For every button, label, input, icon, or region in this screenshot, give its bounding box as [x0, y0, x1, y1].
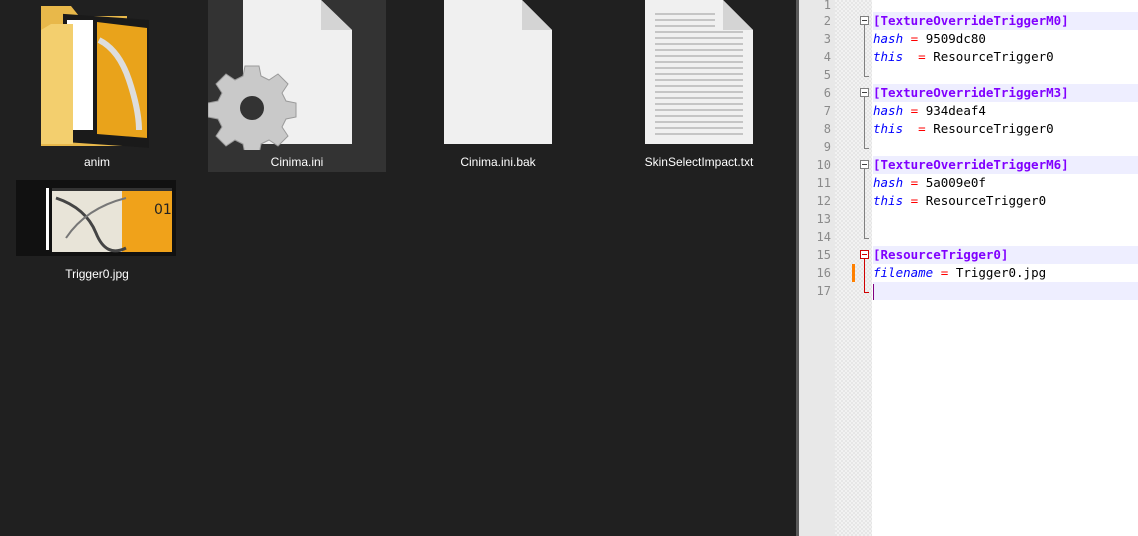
file-name-label: SkinSelectImpact.txt [644, 155, 754, 169]
ini-section-header: [TextureOverrideTriggerM6] [873, 157, 1069, 172]
code-line-3[interactable]: hash = 9509dc80 [873, 30, 1138, 48]
ini-key: hash [873, 175, 904, 190]
ini-key: this [873, 121, 904, 136]
fold-toggle-icon[interactable] [860, 250, 869, 259]
ini-section-header: [ResourceTrigger0] [873, 247, 1009, 262]
line-number: 16 [816, 266, 831, 280]
svg-text:01: 01 [154, 202, 172, 218]
fold-guide [864, 25, 865, 76]
code-line-16[interactable]: filename = Trigger0.jpg [873, 264, 1138, 282]
change-history-marker [852, 264, 855, 282]
ini-operator: = [910, 175, 919, 190]
line-number: 10 [816, 158, 831, 172]
code-line-17-current[interactable] [873, 282, 1138, 300]
ini-key: hash [873, 31, 904, 46]
ini-key: this [873, 49, 904, 64]
ini-operator: = [910, 193, 919, 208]
line-number: 4 [823, 50, 831, 64]
fold-end-marker [864, 148, 869, 149]
file-name-label: Trigger0.jpg [65, 267, 129, 281]
ini-operator: = [910, 103, 919, 118]
blank-file-icon [444, 0, 552, 144]
ini-section-header: [TextureOverrideTriggerM0] [873, 13, 1069, 28]
line-number: 9 [823, 140, 831, 154]
line-number-gutter: 1 2 3 4 5 6 7 8 9 10 11 12 13 14 15 16 1… [799, 0, 835, 536]
ini-value: ResourceTrigger0 [933, 121, 1054, 136]
settings-file-icon [208, 0, 352, 150]
ini-operator: = [940, 265, 949, 280]
code-line-10[interactable]: [TextureOverrideTriggerM6] [873, 156, 1138, 174]
line-number: 6 [823, 86, 831, 100]
line-number: 14 [816, 230, 831, 244]
line-number: 2 [823, 14, 831, 28]
file-name-label: Cinima.ini [270, 155, 324, 169]
ini-key: filename [873, 265, 934, 280]
line-number: 13 [816, 212, 831, 226]
line-number: 12 [816, 194, 831, 208]
code-line-7[interactable]: hash = 934deaf4 [873, 102, 1138, 120]
fold-toggle-icon[interactable] [860, 88, 869, 97]
ini-operator: = [910, 31, 919, 46]
line-number: 3 [823, 32, 831, 46]
text-file-icon [645, 0, 753, 144]
fold-toggle-icon[interactable] [860, 160, 869, 169]
code-line-12[interactable]: this = ResourceTrigger0 [873, 192, 1138, 210]
fold-guide [864, 97, 865, 148]
ini-operator: = [918, 49, 926, 64]
file-explorer-pane: anim Cinima.ini Cinima.ini.bak SkinSelec… [0, 0, 796, 536]
ini-value: ResourceTrigger0 [933, 49, 1054, 64]
file-item-anim-folder[interactable]: anim [8, 0, 186, 172]
fold-end-marker [864, 238, 869, 239]
text-caret [873, 284, 874, 300]
fold-end-marker [864, 292, 869, 293]
line-number: 17 [816, 284, 831, 298]
fold-toggle-icon[interactable] [860, 16, 869, 25]
ini-key: hash [873, 103, 904, 118]
file-item-skinselectimpact-txt[interactable]: SkinSelectImpact.txt [610, 0, 788, 172]
code-editor-pane[interactable]: 1 2 3 4 5 6 7 8 9 10 11 12 13 14 15 16 1… [799, 0, 1138, 536]
ini-value: ResourceTrigger0 [925, 193, 1047, 208]
ini-key: this [873, 193, 904, 208]
file-name-label: Cinima.ini.bak [460, 155, 536, 169]
fold-guide [864, 169, 865, 238]
code-line-2[interactable]: [TextureOverrideTriggerM0] [873, 12, 1138, 30]
image-thumbnail-icon: 01 [16, 180, 176, 256]
code-line-11[interactable]: hash = 5a009e0f [873, 174, 1138, 192]
ini-value: 934deaf4 [925, 103, 986, 118]
ini-value: Trigger0.jpg [955, 265, 1047, 280]
code-line-8[interactable]: this = ResourceTrigger0 [873, 120, 1138, 138]
fold-end-marker [864, 76, 869, 77]
file-item-cinima-ini[interactable]: Cinima.ini [208, 0, 386, 172]
ini-operator: = [918, 121, 926, 136]
ini-value: 5a009e0f [925, 175, 986, 190]
line-number: 5 [823, 68, 831, 82]
line-number: 11 [816, 176, 831, 190]
code-line-6[interactable]: [TextureOverrideTriggerM3] [873, 84, 1138, 102]
line-number: 8 [823, 122, 831, 136]
fold-guide [864, 259, 865, 292]
ini-section-header: [TextureOverrideTriggerM3] [873, 85, 1069, 100]
ini-value: 9509dc80 [925, 31, 986, 46]
file-item-cinima-ini-bak[interactable]: Cinima.ini.bak [409, 0, 587, 172]
code-line-4[interactable]: this = ResourceTrigger0 [873, 48, 1138, 66]
file-item-trigger0-jpg[interactable]: 01 Trigger0.jpg [8, 178, 186, 284]
line-number: 15 [816, 248, 831, 262]
line-number: 7 [823, 104, 831, 118]
folder-icon [41, 6, 149, 148]
code-line-15[interactable]: [ResourceTrigger0] [873, 246, 1138, 264]
file-name-label: anim [83, 155, 110, 169]
